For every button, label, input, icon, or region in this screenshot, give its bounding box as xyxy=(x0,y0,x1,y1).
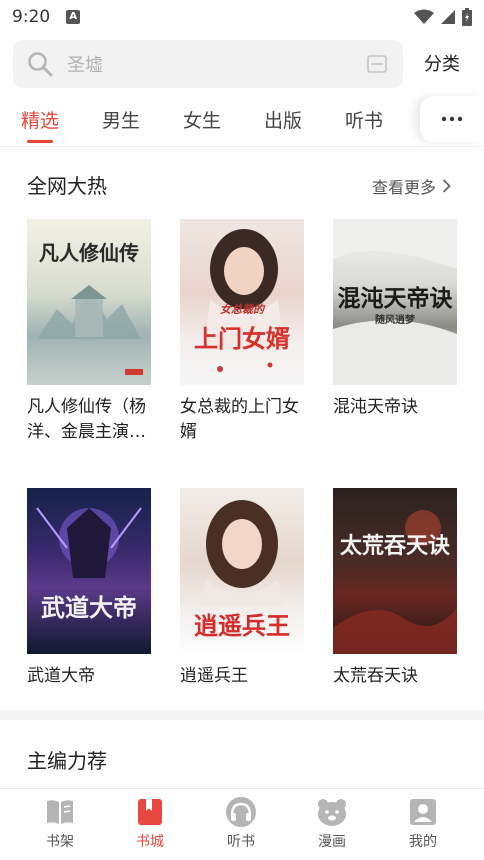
search-input[interactable]: 圣墟 xyxy=(13,40,403,88)
headphones-icon xyxy=(226,797,256,827)
book-cover[interactable]: 逍遥兵王 xyxy=(180,488,304,654)
nav-audiobook[interactable]: 听书 xyxy=(201,797,281,851)
active-tab-indicator xyxy=(27,140,53,143)
book-cover[interactable]: 武道大帝 xyxy=(27,488,151,654)
cover-author: 随风逍梦 xyxy=(375,315,415,326)
more-tabs-button[interactable] xyxy=(420,96,484,142)
channel-tabs: 精选 男生 女生 出版 听书 xyxy=(0,96,484,146)
cover-title: 武道大帝 xyxy=(41,593,137,622)
book-cover[interactable]: 女总裁的 上门女婿 xyxy=(180,219,304,385)
status-icons xyxy=(414,8,472,26)
nav-label: 我的 xyxy=(409,834,437,850)
tab-featured[interactable]: 精选 xyxy=(21,106,59,133)
search-icon xyxy=(28,52,53,77)
category-button[interactable]: 分类 xyxy=(424,50,460,76)
book-title[interactable]: 女总裁的上门女婿 xyxy=(180,395,304,445)
search-placeholder: 圣墟 xyxy=(67,55,103,76)
search-row: 圣墟 分类 xyxy=(0,40,484,88)
tab-divider xyxy=(0,146,484,147)
nav-profile[interactable]: 我的 xyxy=(383,797,463,851)
section-title: 主编力荐 xyxy=(27,749,107,773)
status-time: 9:20 xyxy=(12,7,51,27)
section-separator xyxy=(0,710,484,720)
nav-label: 漫画 xyxy=(318,834,346,850)
cover-subtitle: 女总裁的 xyxy=(220,303,264,316)
wifi-icon xyxy=(414,9,434,24)
bookshelf-icon xyxy=(47,800,73,824)
nav-label: 书架 xyxy=(46,834,74,850)
book-cover[interactable]: 太荒吞天诀 xyxy=(333,488,457,654)
nav-bookshelf[interactable]: 书架 xyxy=(20,797,100,851)
status-bar: 9:20 A xyxy=(0,0,484,34)
book-card[interactable]: 逍遥兵王 逍遥兵王 xyxy=(180,488,304,689)
cover-title: 上门女婿 xyxy=(194,324,290,353)
book-card[interactable]: 武道大帝 武道大帝 xyxy=(27,488,151,689)
bookstore-icon xyxy=(138,799,162,825)
tab-male[interactable]: 男生 xyxy=(102,106,140,133)
book-card[interactable]: 女总裁的 上门女婿 女总裁的上门女婿 xyxy=(180,219,304,445)
cover-art xyxy=(36,507,142,578)
comic-bear-icon xyxy=(318,799,346,826)
book-cover[interactable]: 凡人修仙传 xyxy=(27,219,151,385)
cover-art xyxy=(333,510,457,654)
nav-label: 听书 xyxy=(227,834,255,850)
view-more-label: 查看更多 xyxy=(372,178,437,197)
tab-publishing[interactable]: 出版 xyxy=(264,106,302,133)
cover-title: 混沌天帝诀 xyxy=(337,285,453,312)
book-card[interactable]: 凡人修仙传 凡人修仙传（杨洋、金晨主演… xyxy=(27,219,151,445)
book-title[interactable]: 武道大帝 xyxy=(27,664,151,689)
bottom-nav: 书架 书城 听书 漫画 我的 xyxy=(0,788,484,860)
book-cover[interactable]: 混沌天帝诀 随风逍梦 xyxy=(333,219,457,385)
battery-icon xyxy=(462,8,472,26)
view-more-link[interactable]: 查看更多 xyxy=(372,174,451,198)
nav-bookstore[interactable]: 书城 xyxy=(110,797,190,851)
book-title[interactable]: 混沌天帝诀 xyxy=(333,395,457,420)
nav-comics[interactable]: 漫画 xyxy=(292,797,372,851)
book-title[interactable]: 逍遥兵王 xyxy=(180,664,304,689)
profile-icon xyxy=(410,799,436,825)
scan-icon[interactable] xyxy=(367,54,387,74)
section-title: 全网大热 xyxy=(27,174,107,198)
book-title[interactable]: 凡人修仙传（杨洋、金晨主演… xyxy=(27,395,151,445)
tab-female[interactable]: 女生 xyxy=(183,106,221,133)
signal-icon xyxy=(441,10,455,24)
cover-title: 逍遥兵王 xyxy=(194,611,290,640)
chevron-right-icon xyxy=(442,179,451,193)
nav-label: 书城 xyxy=(136,834,164,850)
cover-title: 太荒吞天诀 xyxy=(339,533,450,559)
book-title[interactable]: 太荒吞天诀 xyxy=(333,664,457,689)
book-card[interactable]: 太荒吞天诀 太荒吞天诀 xyxy=(333,488,457,689)
book-card[interactable]: 混沌天帝诀 随风逍梦 混沌天帝诀 xyxy=(333,219,457,420)
cover-art xyxy=(37,285,143,375)
notification-icon: A xyxy=(66,10,81,24)
more-dots-icon xyxy=(441,116,463,122)
tab-audiobook[interactable]: 听书 xyxy=(345,106,383,133)
